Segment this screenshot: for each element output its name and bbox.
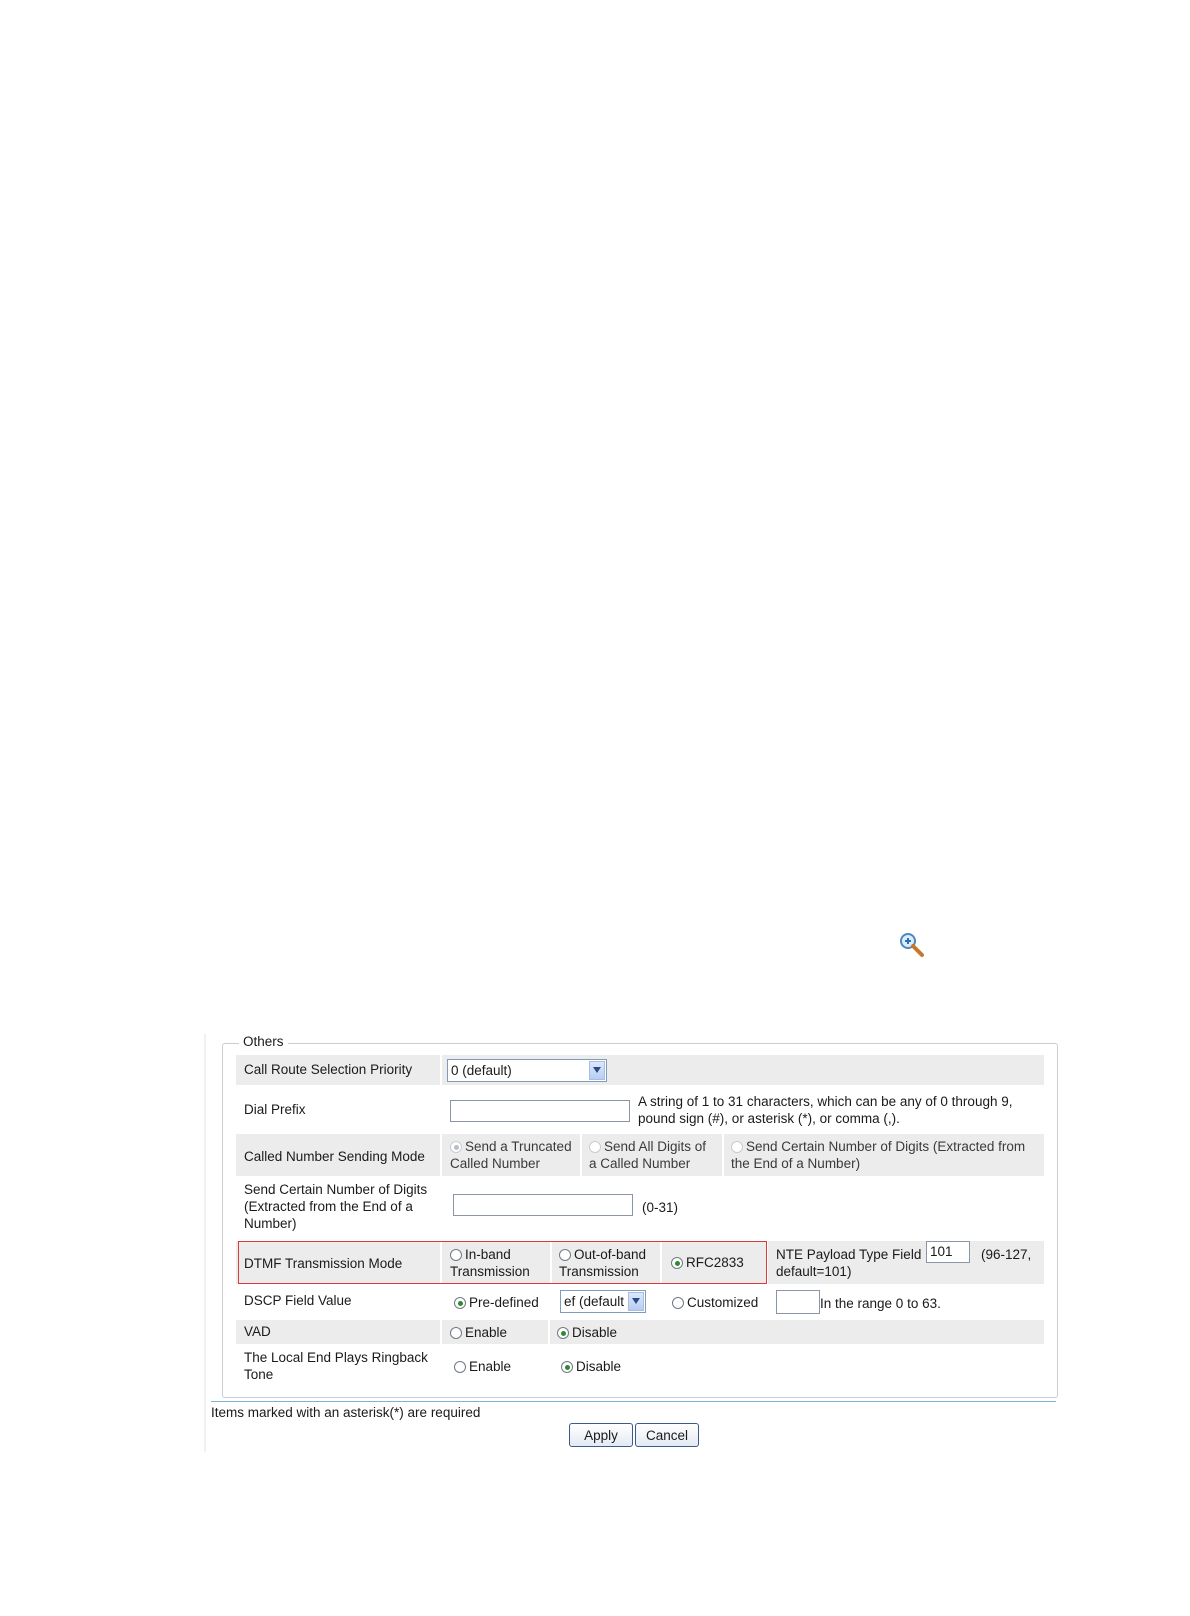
apply-button[interactable]: Apply xyxy=(569,1423,633,1447)
send-all-digits-label-2: a Called Number xyxy=(589,1156,691,1171)
dtmf-highlight-box xyxy=(238,1241,767,1284)
others-legend: Others xyxy=(239,1034,288,1049)
ringback-enable-radio[interactable] xyxy=(454,1361,466,1373)
required-note: Items marked with an asterisk(*) are req… xyxy=(211,1405,481,1420)
dial-prefix-hint-1: A string of 1 to 31 characters, which ca… xyxy=(638,1094,1013,1109)
chevron-down-icon xyxy=(628,1292,644,1311)
send-certain-digits-input[interactable] xyxy=(453,1194,633,1216)
vad-enable-label: Enable xyxy=(465,1325,508,1340)
send-certain-radio[interactable] xyxy=(731,1141,743,1153)
nte-payload-input[interactable]: 101 xyxy=(926,1241,970,1263)
send-all-digits-radio[interactable] xyxy=(589,1141,601,1153)
ringback-label-2: Tone xyxy=(244,1367,274,1382)
ringback-disable-label: Disable xyxy=(576,1359,622,1374)
footer-divider xyxy=(211,1401,1056,1402)
ringback-row: The Local End Plays Ringback Tone Enable… xyxy=(236,1346,1044,1386)
zoom-in-icon[interactable] xyxy=(898,931,926,959)
dial-prefix-row: Dial Prefix A string of 1 to 31 characte… xyxy=(236,1088,1044,1132)
dscp-custom-input[interactable] xyxy=(776,1290,820,1314)
dial-prefix-input[interactable] xyxy=(450,1100,630,1122)
called-number-row: Called Number Sending Mode Send a Trunca… xyxy=(236,1134,1044,1176)
vad-label: VAD xyxy=(244,1324,271,1339)
called-number-label: Called Number Sending Mode xyxy=(244,1149,425,1164)
dscp-row: DSCP Field Value Pre-defined ef (default… xyxy=(236,1286,1044,1318)
dscp-select[interactable]: ef (default xyxy=(560,1290,646,1313)
send-certain-digits-label-2: (Extracted from the End of a xyxy=(244,1199,413,1214)
ringback-label-1: The Local End Plays Ringback xyxy=(244,1350,428,1365)
nte-range-2: default=101) xyxy=(776,1264,852,1279)
send-certain-label: Send Certain Number of Digits (Extracted… xyxy=(746,1139,1026,1154)
dscp-predefined-radio[interactable] xyxy=(454,1297,466,1309)
nte-label: NTE Payload Type Field xyxy=(776,1247,922,1262)
send-truncated-label: Send a Truncated xyxy=(465,1139,572,1154)
send-truncated-label-2: Called Number xyxy=(450,1156,541,1171)
vad-disable-radio[interactable] xyxy=(557,1327,569,1339)
send-certain-digits-range: (0-31) xyxy=(642,1200,679,1215)
dscp-customized-label: Customized xyxy=(687,1295,759,1310)
vad-row: VAD Enable Disable xyxy=(236,1320,1044,1344)
send-certain-row: Send Certain Number of Digits (Extracted… xyxy=(236,1178,1044,1234)
dscp-customized-radio[interactable] xyxy=(672,1297,684,1309)
ringback-disable-radio[interactable] xyxy=(561,1361,573,1373)
dscp-predefined-label: Pre-defined xyxy=(469,1295,539,1310)
vad-enable-radio[interactable] xyxy=(450,1327,462,1339)
dial-prefix-hint-2: pound sign (#), or asterisk (*), or comm… xyxy=(638,1111,900,1126)
dscp-label: DSCP Field Value xyxy=(244,1293,352,1308)
nte-range-1: (96-127, xyxy=(981,1247,1032,1262)
dial-prefix-label: Dial Prefix xyxy=(244,1102,306,1117)
vad-disable-label: Disable xyxy=(572,1325,618,1340)
chevron-down-icon xyxy=(589,1061,605,1080)
send-certain-digits-label-3: Number) xyxy=(244,1216,297,1231)
call-route-label: Call Route Selection Priority xyxy=(244,1062,413,1077)
cancel-button[interactable]: Cancel xyxy=(635,1423,699,1447)
send-truncated-radio[interactable] xyxy=(450,1141,462,1153)
send-certain-label-2: the End of a Number) xyxy=(731,1156,861,1171)
send-all-digits-label: Send All Digits of xyxy=(604,1139,707,1154)
call-route-row: Call Route Selection Priority 0 (default… xyxy=(236,1055,1044,1085)
ringback-enable-label: Enable xyxy=(469,1359,512,1374)
send-certain-digits-label-1: Send Certain Number of Digits xyxy=(244,1182,428,1197)
call-route-select[interactable]: 0 (default) xyxy=(447,1059,607,1082)
left-divider xyxy=(204,1034,206,1452)
dscp-range: In the range 0 to 63. xyxy=(820,1296,941,1311)
